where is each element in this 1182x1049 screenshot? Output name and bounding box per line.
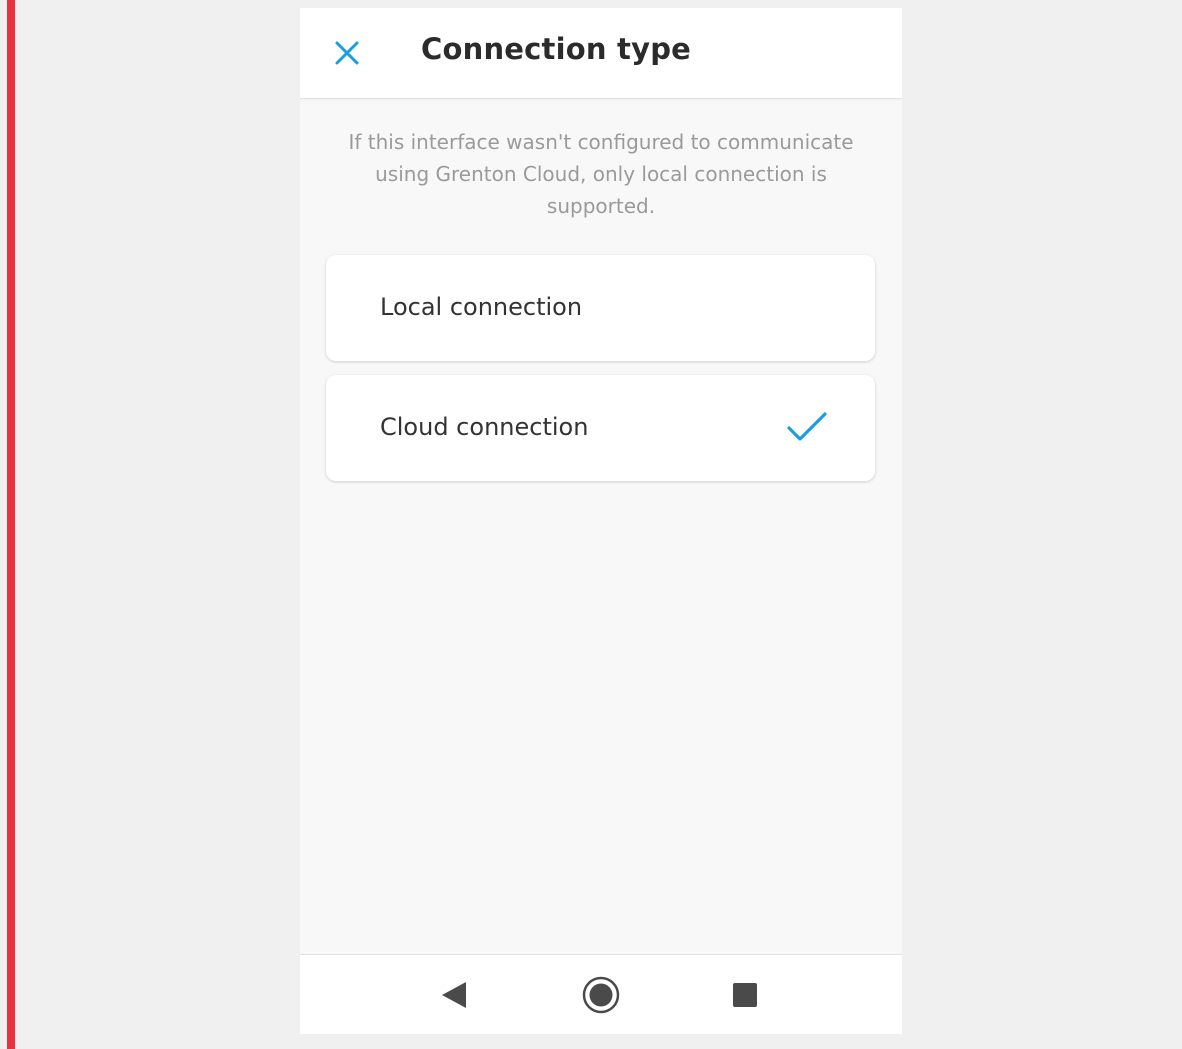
phone-screen: Connection type If this interface wasn't… bbox=[300, 8, 902, 1034]
option-label: Local connection bbox=[380, 293, 583, 321]
home-circle-icon bbox=[582, 976, 620, 1014]
back-triangle-icon bbox=[442, 982, 466, 1008]
red-side-bar bbox=[7, 0, 15, 1049]
checkmark-icon bbox=[787, 412, 827, 441]
close-icon bbox=[335, 41, 359, 65]
nav-back-button[interactable] bbox=[434, 973, 478, 1017]
nav-recent-button[interactable] bbox=[723, 973, 767, 1017]
option-local-connection[interactable]: Local connection bbox=[326, 255, 875, 361]
close-button[interactable] bbox=[327, 33, 367, 73]
page-title: Connection type bbox=[421, 32, 692, 66]
app-header: Connection type bbox=[300, 8, 902, 99]
recent-square-icon bbox=[733, 983, 757, 1007]
option-label: Cloud connection bbox=[380, 413, 589, 441]
system-nav-bar bbox=[300, 954, 902, 1034]
nav-home-button[interactable] bbox=[579, 973, 623, 1017]
info-text: If this interface wasn't configured to c… bbox=[348, 130, 854, 218]
option-cloud-connection[interactable]: Cloud connection bbox=[326, 375, 875, 481]
